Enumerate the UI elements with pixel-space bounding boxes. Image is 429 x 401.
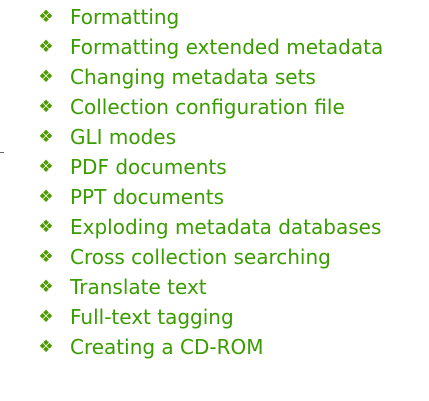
list-item: ❖ Exploding metadata databases bbox=[36, 212, 381, 242]
topic-link-gli-modes[interactable]: GLI modes bbox=[70, 125, 176, 149]
margin-tick bbox=[0, 152, 4, 153]
list-item: ❖ PPT documents bbox=[36, 182, 224, 212]
topic-link-collection-configuration-file[interactable]: Collection configuration file bbox=[70, 95, 345, 119]
list-item: ❖ Creating a CD-ROM bbox=[36, 332, 264, 362]
list-item: ❖ GLI modes bbox=[36, 122, 176, 152]
list-item: ❖ PDF documents bbox=[36, 152, 227, 182]
list-item: ❖ Cross collection searching bbox=[36, 242, 331, 272]
bullet-icon: ❖ bbox=[38, 216, 54, 237]
topic-link-creating-a-cd-rom[interactable]: Creating a CD-ROM bbox=[70, 335, 264, 359]
bullet-icon: ❖ bbox=[38, 66, 54, 87]
bullet-icon: ❖ bbox=[38, 276, 54, 297]
topic-link-changing-metadata-sets[interactable]: Changing metadata sets bbox=[70, 65, 316, 89]
topic-link-formatting-extended-metadata[interactable]: Formatting extended metadata bbox=[70, 35, 383, 59]
topic-link-ppt-documents[interactable]: PPT documents bbox=[70, 185, 224, 209]
list-item: ❖ Formatting extended metadata bbox=[36, 32, 383, 62]
topic-link-full-text-tagging[interactable]: Full-text tagging bbox=[70, 305, 234, 329]
bullet-icon: ❖ bbox=[38, 36, 54, 57]
bullet-icon: ❖ bbox=[38, 96, 54, 117]
bullet-icon: ❖ bbox=[38, 126, 54, 147]
list-item: ❖ Translate text bbox=[36, 272, 207, 302]
bullet-icon: ❖ bbox=[38, 186, 54, 207]
bullet-icon: ❖ bbox=[38, 306, 54, 327]
bullet-icon: ❖ bbox=[38, 246, 54, 267]
bullet-icon: ❖ bbox=[38, 6, 54, 27]
bullet-icon: ❖ bbox=[38, 336, 54, 357]
list-item: ❖ Collection configuration file bbox=[36, 92, 345, 122]
topic-link-translate-text[interactable]: Translate text bbox=[70, 275, 207, 299]
topic-link-cross-collection-searching[interactable]: Cross collection searching bbox=[70, 245, 331, 269]
list-item: ❖ Full-text tagging bbox=[36, 302, 234, 332]
list-item: ❖ Changing metadata sets bbox=[36, 62, 316, 92]
topic-link-pdf-documents[interactable]: PDF documents bbox=[70, 155, 227, 179]
list-item: ❖ Formatting bbox=[36, 2, 179, 32]
topic-link-formatting[interactable]: Formatting bbox=[70, 5, 179, 29]
bullet-icon: ❖ bbox=[38, 156, 54, 177]
topic-link-exploding-metadata-databases[interactable]: Exploding metadata databases bbox=[70, 215, 381, 239]
